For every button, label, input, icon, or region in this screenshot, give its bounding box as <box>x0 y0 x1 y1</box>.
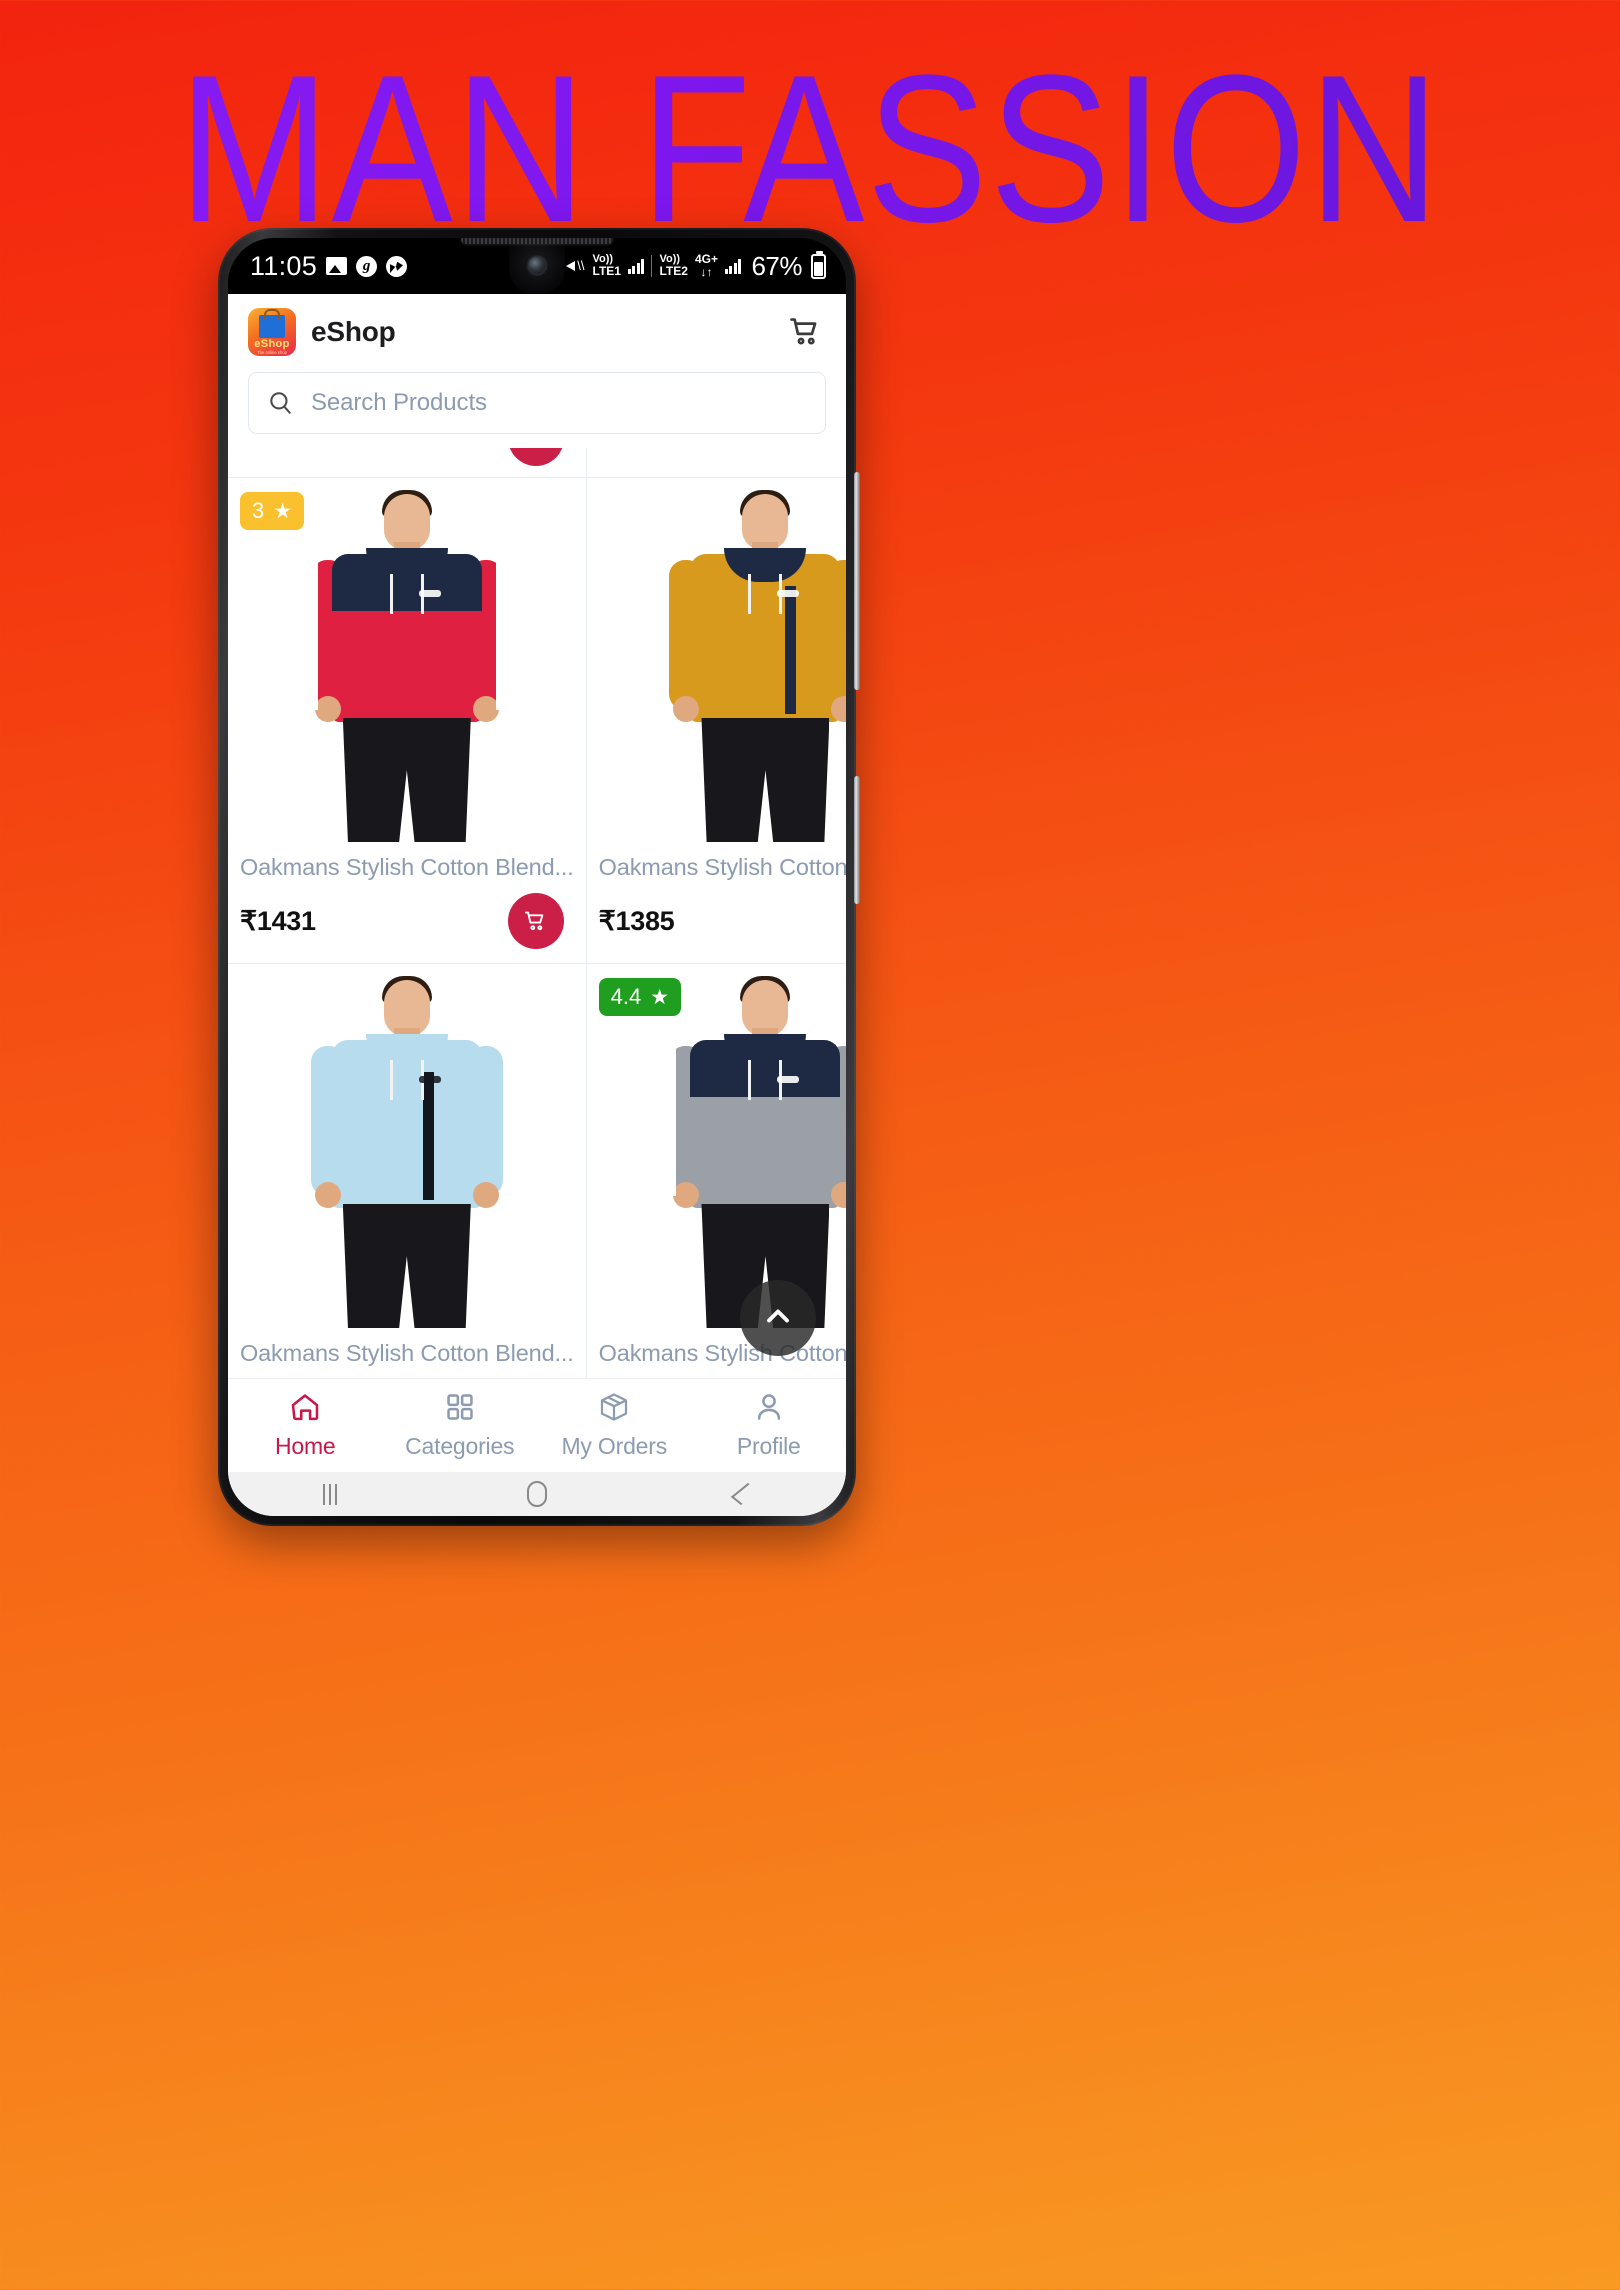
volume-button[interactable] <box>854 472 860 690</box>
product-grid-scroll[interactable]: 3 ★ Oakmans Stylish Cotton Blend... ₹143… <box>228 448 846 1378</box>
rating-value: 3 <box>252 498 265 523</box>
star-icon: ★ <box>273 499 293 523</box>
sim1-volte-bottom: LTE1 <box>592 264 621 279</box>
product-price: ₹1431 <box>240 905 316 936</box>
box-icon <box>598 1391 630 1428</box>
earpiece-speaker <box>461 238 613 244</box>
sim2-signal-icon <box>724 258 742 274</box>
product-grid: 3 ★ Oakmans Stylish Cotton Blend... ₹143… <box>228 448 846 1378</box>
photo-icon <box>326 257 348 275</box>
search-placeholder: Search Products <box>311 389 487 416</box>
nav-label-categories: Categories <box>405 1433 515 1459</box>
nav-label-my-orders: My Orders <box>561 1433 668 1459</box>
add-to-cart-button[interactable] <box>507 893 564 949</box>
product-title: Oakmans Stylish Cotton Blend... <box>240 854 574 880</box>
status-bar: 11:05 g \\ Vo)) LTE1 Vo)) LTE2 4G+ ↓↑ 67… <box>228 238 846 296</box>
app-screen: eShop The online shop eShop Search Produ… <box>228 294 846 1516</box>
product-image[interactable]: 3 ★ <box>228 478 586 842</box>
product-price-row: ₹1431 <box>587 1367 846 1378</box>
nav-item-home[interactable]: Home <box>228 1391 383 1460</box>
recents-icon[interactable] <box>323 1483 337 1505</box>
sim1-volte-indicator: Vo)) LTE1 <box>592 254 621 279</box>
phone-frame: 11:05 g \\ Vo)) LTE1 Vo)) LTE2 4G+ ↓↑ 67… <box>218 228 860 1526</box>
search-section: Search Products <box>228 370 846 448</box>
status-time: 11:05 <box>250 250 318 281</box>
logo-brand-text: eShop <box>254 338 290 350</box>
home-nav-icon[interactable] <box>527 1481 548 1507</box>
sim2-volte-indicator: Vo)) LTE2 <box>659 254 688 279</box>
rating-value: 4.4 <box>610 984 642 1009</box>
nav-item-profile[interactable]: Profile <box>692 1391 847 1460</box>
product-card-partial-top-right[interactable] <box>586 448 846 478</box>
back-icon[interactable] <box>730 1482 758 1506</box>
rating-badge: 3 ★ <box>240 492 305 530</box>
product-card[interactable]: 3 ★ Oakmans Stylish Cotton Blend... ₹143… <box>228 478 587 964</box>
add-to-cart-button[interactable] <box>507 448 564 466</box>
logo-sub-text: The online shop <box>257 350 287 355</box>
product-card[interactable]: Oakmans Stylish Cotton Blend... ₹1385 <box>228 964 587 1378</box>
status-bar-left: 11:05 g <box>250 250 408 282</box>
model-illustration <box>665 490 846 842</box>
scroll-to-top-button[interactable] <box>740 1280 816 1356</box>
model-illustration <box>307 976 507 1328</box>
search-input[interactable]: Search Products <box>248 372 826 434</box>
sim2-volte-bottom: LTE2 <box>659 264 688 279</box>
product-card-partial-top-left[interactable] <box>228 448 587 478</box>
status-bar-right: \\ Vo)) LTE1 Vo)) LTE2 4G+ ↓↑ 67% <box>565 250 826 282</box>
product-price-row: ₹1385 <box>587 881 846 963</box>
product-price-row: ₹1385 <box>228 1367 586 1378</box>
shopping-cart-icon[interactable] <box>786 315 824 349</box>
phone-screen: 11:05 g \\ Vo)) LTE1 Vo)) LTE2 4G+ ↓↑ 67… <box>228 238 846 1516</box>
nav-label-home: Home <box>274 1433 336 1459</box>
front-camera <box>509 240 565 296</box>
page-title: MAN FASSION <box>0 43 1620 254</box>
bottom-navigation: Home Categories My Orders Profile <box>228 1378 846 1472</box>
android-navigation-bar <box>228 1472 846 1516</box>
product-title: Oakmans Stylish Cotton Blend... <box>240 1340 574 1366</box>
sim1-signal-icon <box>627 258 645 274</box>
home-icon <box>289 1391 321 1428</box>
model-illustration <box>665 976 846 1328</box>
product-image[interactable]: 4.4 ★ <box>587 964 846 1328</box>
person-icon <box>753 1391 785 1428</box>
network-type-icon: 4G+ ↓↑ <box>695 253 718 278</box>
product-card[interactable]: Oakmans Stylish Cotton Blend... ₹1385 <box>586 478 846 964</box>
nav-label-profile: Profile <box>736 1433 801 1459</box>
app-header: eShop The online shop eShop <box>228 294 846 370</box>
app-title: eShop <box>311 316 396 347</box>
power-button[interactable] <box>854 776 860 904</box>
grid-icon <box>444 1391 476 1428</box>
sim-divider <box>651 255 653 277</box>
star-icon: ★ <box>650 985 670 1009</box>
data-arrows-icon: ↓↑ <box>700 265 713 279</box>
mute-icon: \\ <box>565 256 586 276</box>
nav-item-my-orders[interactable]: My Orders <box>537 1391 692 1460</box>
messenger-icon <box>386 255 408 277</box>
google-icon: g <box>356 255 378 277</box>
model-illustration <box>307 490 507 842</box>
nav-item-categories[interactable]: Categories <box>383 1391 538 1460</box>
chevron-up-icon <box>760 1298 796 1339</box>
logo-bag-icon <box>259 315 285 338</box>
product-title: Oakmans Stylish Cotton Blend... <box>598 854 846 880</box>
rating-badge: 4.4 ★ <box>598 978 682 1016</box>
google-glyph: g <box>356 255 378 277</box>
search-icon <box>267 390 293 416</box>
product-price-row: ₹1431 <box>228 881 586 963</box>
eshop-logo-icon: eShop The online shop <box>248 308 296 356</box>
product-image[interactable] <box>587 478 846 842</box>
battery-percent: 67% <box>751 250 802 281</box>
battery-icon <box>811 250 826 279</box>
product-price: ₹1385 <box>598 905 675 936</box>
product-image[interactable] <box>228 964 586 1328</box>
